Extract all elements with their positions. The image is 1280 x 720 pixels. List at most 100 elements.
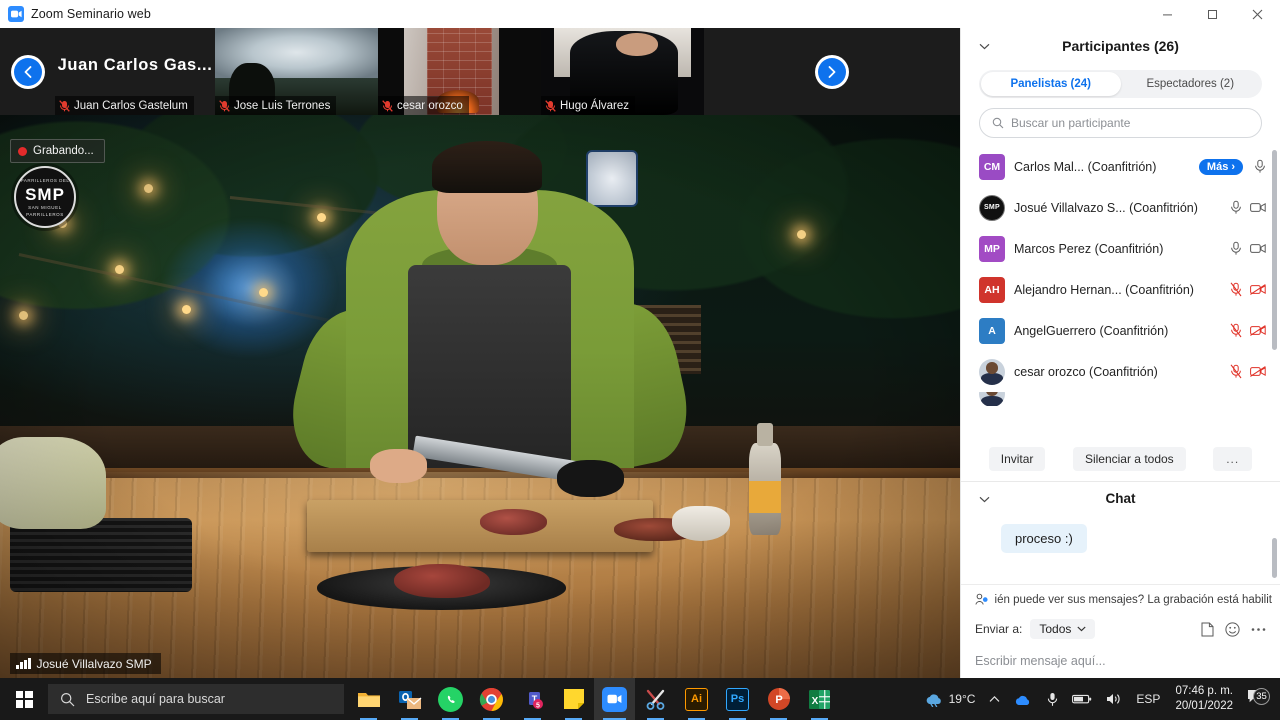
- close-button[interactable]: [1235, 0, 1280, 28]
- avatar: AH: [979, 276, 1005, 303]
- participants-list[interactable]: CM Carlos Mal... (Coanfitrión) Más › SMP …: [961, 146, 1280, 438]
- emoji-icon[interactable]: [1225, 621, 1240, 637]
- next-arrow-icon: [815, 54, 849, 89]
- mic-on-icon[interactable]: [1230, 200, 1242, 215]
- participant-name: Carlos Mal... (Coanfitrión): [1014, 159, 1157, 174]
- participants-title: Participantes (26): [1062, 38, 1179, 54]
- participant-row[interactable]: A AngelGuerrero (Coanfitrión): [979, 310, 1280, 351]
- thumbnail-participant[interactable]: Jose Luis Terrones: [215, 28, 378, 115]
- avatar: MP: [979, 235, 1005, 262]
- microphone-icon: [1048, 692, 1058, 706]
- mic-muted-icon[interactable]: [1230, 282, 1242, 297]
- battery-tray-icon[interactable]: [1065, 693, 1099, 705]
- participant-row[interactable]: MP Marcos Perez (Coanfitrión): [979, 228, 1280, 269]
- recording-indicator[interactable]: Grabando...: [10, 139, 105, 163]
- taskbar-outlook[interactable]: [389, 678, 430, 720]
- chat-notice-text: ién puede ver sus mensajes? La grabación…: [994, 593, 1272, 606]
- chat-messages[interactable]: proceso :): [961, 516, 1280, 585]
- chevron-down-icon[interactable]: [979, 40, 990, 52]
- taskbar-teams[interactable]: T 5: [512, 678, 553, 720]
- photoshop-label: Ps: [730, 693, 745, 705]
- thumbnail-active-speaker[interactable]: Juan Carlos Gas... Juan Carlos Gastelum: [55, 28, 215, 115]
- participant-row[interactable]: SMP Josué Villalvazo S... (Coanfitrión): [979, 187, 1280, 228]
- thumbnail-participant[interactable]: cesar orozco: [378, 28, 541, 115]
- mute-all-button[interactable]: Silenciar a todos: [1072, 447, 1186, 471]
- more-options-button[interactable]: Más ›: [1198, 158, 1243, 175]
- taskbar-chrome[interactable]: [471, 678, 512, 720]
- more-icon[interactable]: [1251, 627, 1266, 632]
- main-video-feed[interactable]: [0, 115, 960, 678]
- participant-row[interactable]: [979, 392, 1280, 406]
- avatar: A: [979, 317, 1005, 344]
- system-tray: 19°C ESP 07:46 p. m. 20/01/2022 35: [917, 678, 1280, 720]
- taskbar-snipping-tool[interactable]: [635, 678, 676, 720]
- camera-on-icon[interactable]: [1250, 243, 1266, 254]
- participant-row[interactable]: cesar orozco (Coanfitrión): [979, 351, 1280, 392]
- camera-off-icon[interactable]: [1250, 284, 1266, 295]
- chevron-down-icon: [1077, 626, 1087, 632]
- speaker-name: Josué Villalvazo SMP: [36, 656, 152, 671]
- clock[interactable]: 07:46 p. m. 20/01/2022: [1167, 684, 1241, 714]
- thumbnail-name: Hugo Álvarez: [560, 99, 630, 112]
- invite-button[interactable]: Invitar: [988, 447, 1046, 471]
- microphone-tray-icon[interactable]: [1040, 692, 1065, 707]
- file-icon[interactable]: [1201, 622, 1214, 637]
- camera-off-icon[interactable]: [1250, 325, 1266, 336]
- participant-row[interactable]: CM Carlos Mal... (Coanfitrión) Más ›: [979, 146, 1280, 187]
- taskbar-file-explorer[interactable]: [348, 678, 389, 720]
- taskbar-search-input[interactable]: Escribe aquí para buscar: [48, 684, 344, 714]
- chat-header: Chat: [961, 482, 1280, 516]
- windows-start-icon: [15, 690, 33, 708]
- prev-arrow-icon: [10, 54, 45, 89]
- send-to-dropdown[interactable]: Todos: [1030, 619, 1096, 639]
- thumbnail-participant[interactable]: Hugo Álvarez: [541, 28, 704, 115]
- camera-on-icon[interactable]: [1250, 202, 1266, 213]
- tab-espectadores[interactable]: Espectadores (2): [1121, 72, 1261, 96]
- thumbnail-nametag: Hugo Álvarez: [541, 96, 636, 115]
- taskbar-illustrator[interactable]: Ai: [676, 678, 717, 720]
- taskbar-whatsapp[interactable]: [430, 678, 471, 720]
- language-indicator[interactable]: ESP: [1129, 692, 1167, 706]
- chat-message-input[interactable]: Escribir mensaje aquí...: [961, 644, 1280, 678]
- onedrive-icon: [1016, 695, 1030, 705]
- send-to-value: Todos: [1039, 622, 1072, 636]
- chat-scrollbar[interactable]: [1272, 538, 1277, 578]
- illustrator-label: Ai: [691, 693, 702, 705]
- taskbar-photoshop[interactable]: Ps: [717, 678, 758, 720]
- chevron-down-icon[interactable]: [979, 493, 990, 505]
- next-page-button[interactable]: [704, 28, 960, 115]
- volume-tray-icon[interactable]: [1099, 692, 1129, 706]
- onedrive-tray-icon[interactable]: [1007, 693, 1040, 706]
- send-to-label: Enviar a:: [975, 622, 1023, 636]
- mic-muted-icon[interactable]: [1230, 323, 1242, 338]
- mic-on-icon[interactable]: [1254, 159, 1266, 174]
- windows-taskbar: Escribe aquí para buscar T 5 Ai Ps P X 1…: [0, 678, 1280, 720]
- start-button[interactable]: [0, 678, 48, 720]
- notifications-button[interactable]: 35: [1241, 688, 1274, 709]
- mic-muted-icon[interactable]: [1230, 364, 1242, 379]
- participants-scrollbar[interactable]: [1272, 150, 1277, 350]
- search-participant-input[interactable]: Buscar un participante: [979, 108, 1262, 138]
- taskbar-zoom[interactable]: [594, 678, 635, 720]
- show-hidden-icons-button[interactable]: [982, 695, 1007, 703]
- window-title: Zoom Seminario web: [31, 7, 151, 21]
- taskbar-excel[interactable]: X: [799, 678, 840, 720]
- more-actions-button[interactable]: ...: [1213, 447, 1253, 471]
- camera-off-icon[interactable]: [1250, 366, 1266, 377]
- weather-temperature: 19°C: [948, 692, 976, 706]
- active-speaker-big-name: Juan Carlos Gas...: [57, 56, 213, 74]
- mic-on-icon[interactable]: [1230, 241, 1242, 256]
- maximize-button[interactable]: [1190, 0, 1235, 28]
- tab-panelistas[interactable]: Panelistas (24): [981, 72, 1121, 96]
- weather-widget[interactable]: 19°C: [917, 692, 983, 707]
- participant-row[interactable]: AH Alejandro Hernan... (Coanfitrión): [979, 269, 1280, 310]
- participant-name: Marcos Perez (Coanfitrión): [1014, 241, 1164, 256]
- taskbar-powerpoint[interactable]: P: [758, 678, 799, 720]
- taskbar-sticky-notes[interactable]: [553, 678, 594, 720]
- minimize-button[interactable]: [1145, 0, 1190, 28]
- prev-page-button[interactable]: [0, 28, 55, 115]
- participant-name: cesar orozco (Coanfitrión): [1014, 364, 1158, 379]
- thumbnail-nametag: Juan Carlos Gastelum: [55, 96, 194, 115]
- thumbnail-nametag: cesar orozco: [378, 96, 469, 115]
- chat-privacy-notice: ién puede ver sus mensajes? La grabación…: [961, 584, 1280, 614]
